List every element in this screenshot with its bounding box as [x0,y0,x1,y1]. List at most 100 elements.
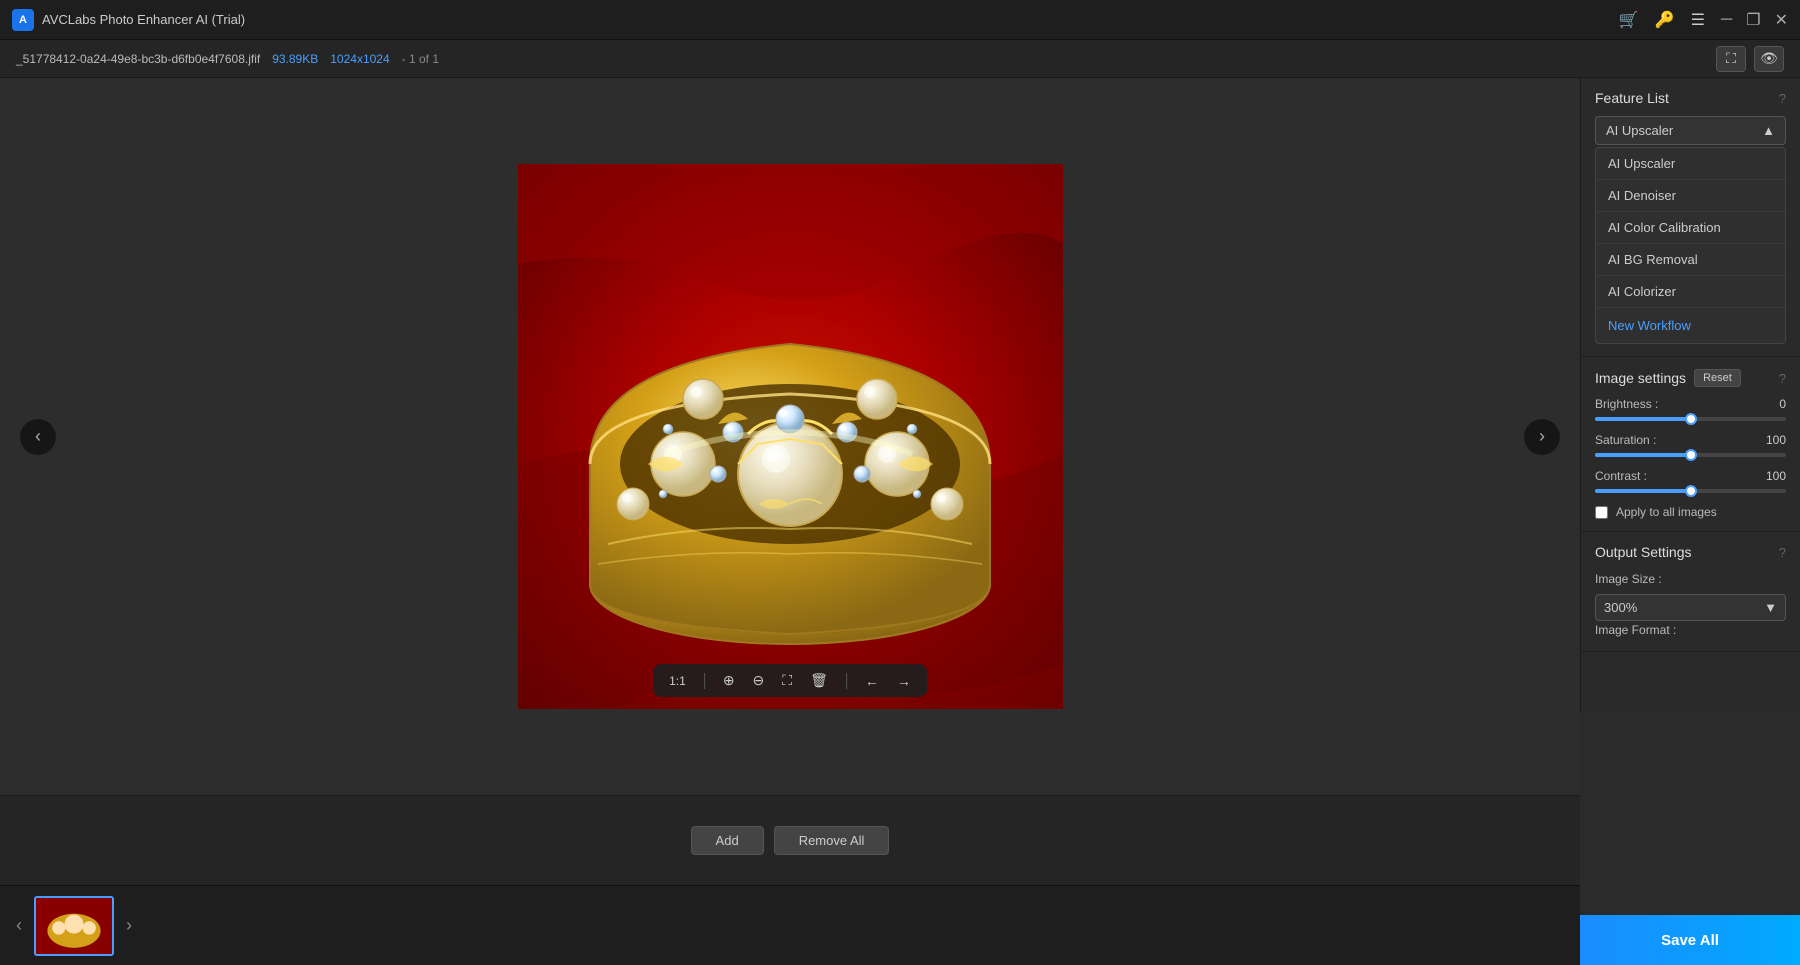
ratio-label: 1:1 [669,674,686,688]
add-button[interactable]: Add [691,826,764,855]
crop-tool-button[interactable]: ⛶ [782,672,792,689]
chevron-up-icon: ▲ [1762,123,1775,138]
title-bar: A AVCLabs Photo Enhancer AI (Trial) 🛒 🔑 … [0,0,1800,40]
brightness-label: Brightness : [1595,397,1675,411]
main-image [518,164,1063,709]
feature-item-denoiser[interactable]: AI Denoiser [1596,180,1785,212]
brightness-slider-thumb[interactable] [1685,413,1697,425]
saturation-slider-fill [1595,453,1691,457]
delete-image-button[interactable]: 🗑 [810,672,828,689]
add-remove-buttons: Add Remove All [691,826,890,855]
right-panel: Feature List ? AI Upscaler ▲ AI Upscaler… [1580,78,1800,712]
app-title: AVCLabs Photo Enhancer AI (Trial) [42,12,1619,27]
feature-item-upscaler[interactable]: AI Upscaler [1596,148,1785,180]
contrast-slider[interactable] [1595,489,1786,493]
file-count: - 1 of 1 [402,52,439,66]
output-settings-header: Output Settings ? [1595,544,1786,560]
zoom-in-button[interactable]: ⊕ [723,672,735,689]
output-settings-help-icon[interactable]: ? [1779,545,1786,560]
thumb-next-button[interactable]: › [122,915,136,936]
next-image-button[interactable]: › [1524,419,1560,455]
thumbnail-item[interactable] [34,896,114,956]
saturation-slider-thumb[interactable] [1685,449,1697,461]
new-workflow-button[interactable]: New Workflow [1596,308,1785,343]
image-toolbar: 1:1 ⊕ ⊖ ⛶ 🗑 ← → [653,664,927,697]
feature-selected-label: AI Upscaler [1606,123,1673,138]
saturation-slider[interactable] [1595,453,1786,457]
apply-to-all-label[interactable]: Apply to all images [1616,505,1717,519]
image-settings-help-icon[interactable]: ? [1779,371,1786,386]
prev-image-button[interactable]: ‹ [20,419,56,455]
image-format-label: Image Format : [1595,623,1676,637]
restore-button[interactable]: ❐ [1746,10,1760,30]
brightness-slider[interactable] [1595,417,1786,421]
saturation-value: 100 [1756,433,1786,447]
thumb-prev-button[interactable]: ‹ [12,915,26,936]
feature-list-header: Feature List ? [1595,90,1786,106]
zoom-out-button[interactable]: ⊖ [753,672,765,689]
ring-artwork [518,164,1063,709]
save-all-button[interactable]: Save All [1580,915,1800,965]
file-dimensions: 1024x1024 [330,52,389,66]
remove-all-button[interactable]: Remove All [774,826,890,855]
file-bar: _51778412-0a24-49e8-bc3b-d6fb0e4f7608.jf… [0,40,1800,78]
file-bar-actions: ⛶ 👁 [1716,46,1784,72]
image-size-label: Image Size : [1595,572,1662,586]
reset-button[interactable]: Reset [1694,369,1741,387]
separator [704,673,705,689]
bottom-strip: Add Remove All [0,795,1580,885]
feature-list-title: Feature List [1595,90,1669,106]
apply-to-all-row: Apply to all images [1595,505,1786,519]
app-logo: A [12,9,34,31]
right-panel-wrapper: Feature List ? AI Upscaler ▲ AI Upscaler… [1580,78,1800,965]
cart-icon[interactable]: 🛒 [1619,10,1639,30]
chevron-down-icon: ▼ [1764,600,1777,615]
prev-button[interactable]: ← [865,673,879,689]
minimize-button[interactable]: ─ [1721,11,1732,29]
apply-to-all-checkbox[interactable] [1595,506,1608,519]
menu-icon[interactable]: ☰ [1691,10,1705,30]
feature-item-bg-removal[interactable]: AI BG Removal [1596,244,1785,276]
key-icon[interactable]: 🔑 [1655,10,1675,30]
file-size: 93.89KB [272,52,318,66]
next-button[interactable]: → [897,673,911,689]
file-name: _51778412-0a24-49e8-bc3b-d6fb0e4f7608.jf… [16,52,260,66]
image-size-select[interactable]: 300% ▼ [1595,594,1786,621]
saturation-slider-track [1595,453,1786,457]
brightness-row: Brightness : 0 [1595,397,1786,411]
contrast-label: Contrast : [1595,469,1675,483]
contrast-slider-track [1595,489,1786,493]
brightness-slider-track [1595,417,1786,421]
close-button[interactable]: ✕ [1775,10,1788,30]
brightness-slider-fill [1595,417,1691,421]
contrast-slider-thumb[interactable] [1685,485,1697,497]
title-bar-actions: 🛒 🔑 ☰ [1619,10,1705,30]
image-size-value: 300% [1604,600,1637,615]
feature-list-section: Feature List ? AI Upscaler ▲ AI Upscaler… [1581,78,1800,357]
output-settings-title: Output Settings [1595,544,1692,560]
image-settings-title-row: Image settings Reset [1595,369,1741,387]
saturation-row: Saturation : 100 [1595,433,1786,447]
feature-list-open: AI Upscaler AI Denoiser AI Color Calibra… [1595,147,1786,344]
window-controls: ─ ❐ ✕ [1721,10,1788,30]
image-settings-section: Image settings Reset ? Brightness : 0 [1581,357,1800,532]
contrast-slider-fill [1595,489,1691,493]
thumbnail-image [36,898,112,954]
output-settings-section: Output Settings ? Image Size : 300% ▼ Im… [1581,532,1800,652]
preview-button[interactable]: 👁 [1754,46,1784,72]
main-area: ‹ [0,78,1800,965]
image-settings-title: Image settings [1595,370,1686,386]
contrast-value: 100 [1756,469,1786,483]
feature-dropdown[interactable]: AI Upscaler ▲ [1595,116,1786,145]
image-viewer: ‹ [0,78,1580,795]
feature-list-help-icon[interactable]: ? [1779,91,1786,106]
feature-item-colorizer[interactable]: AI Colorizer [1596,276,1785,308]
thumbnail-strip: ‹ › [0,885,1580,965]
contrast-row: Contrast : 100 [1595,469,1786,483]
image-settings-header: Image settings Reset ? [1595,369,1786,387]
crop-button[interactable]: ⛶ [1716,46,1746,72]
main-image-container: 1:1 ⊕ ⊖ ⛶ 🗑 ← → [518,164,1063,709]
brightness-value: 0 [1756,397,1786,411]
feature-item-color-calibration[interactable]: AI Color Calibration [1596,212,1785,244]
separator [846,673,847,689]
